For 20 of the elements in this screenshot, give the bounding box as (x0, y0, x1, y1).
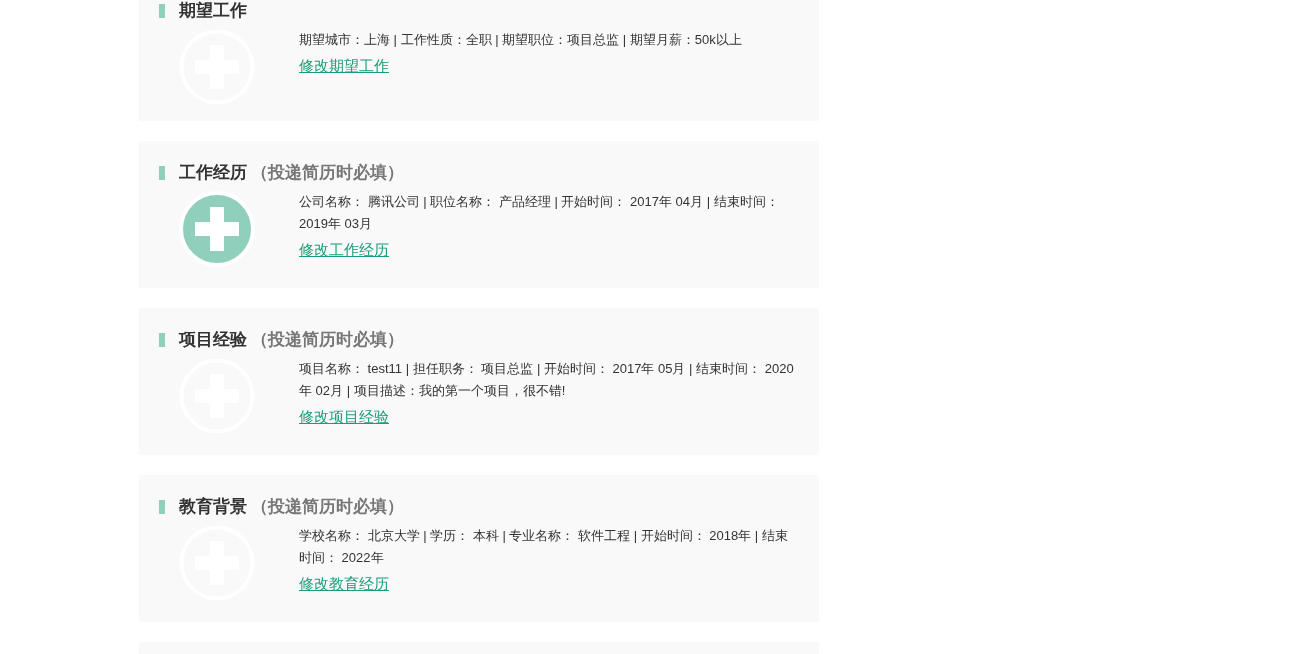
section-title: 教育背景 (179, 496, 247, 519)
section-title: 项目经验 (179, 329, 247, 352)
required-note: （投递简历时必填） (251, 329, 404, 352)
heading-marker (159, 333, 165, 347)
edit-link[interactable]: 修改项目经验 (299, 406, 389, 429)
required-note: （投递简历时必填） (251, 496, 404, 519)
detail-text: 公司名称： 腾讯公司 | 职位名称： 产品经理 | 开始时间： 2017年 04月 | 结束时间： 2019年 03月 (299, 193, 780, 233)
section-title: 工作经历 (179, 162, 247, 185)
required-note: （投递简历时必填） (251, 162, 404, 185)
heading-marker (159, 166, 165, 180)
detail-text: 期望城市：上海 | 工作性质：全职 | 期望职位：项目总监 | 期望月薪：50k以上 (299, 31, 743, 49)
section-title: 期望工作 (179, 0, 247, 23)
edit-link[interactable]: 修改期望工作 (299, 55, 389, 78)
detail-text: 项目名称： test11 | 担任职务： 项目总监 | 开始时间： 2017年 05月 | 结束时间： 2020年 02月 | 项目描述：我的第一个项目，很不错! (299, 360, 795, 400)
add-icon[interactable] (179, 191, 255, 267)
detail-text: 学校名称： 北京大学 | 学历： 本科 | 专业名称： 软件工程 | 开始时间： 2018年 | 结束时间： 2022年 (299, 527, 789, 567)
edit-link[interactable]: 修改工作经历 (299, 239, 389, 262)
edit-link[interactable]: 修改教育经历 (299, 573, 389, 596)
heading-marker (159, 4, 165, 18)
heading-marker (159, 500, 165, 514)
